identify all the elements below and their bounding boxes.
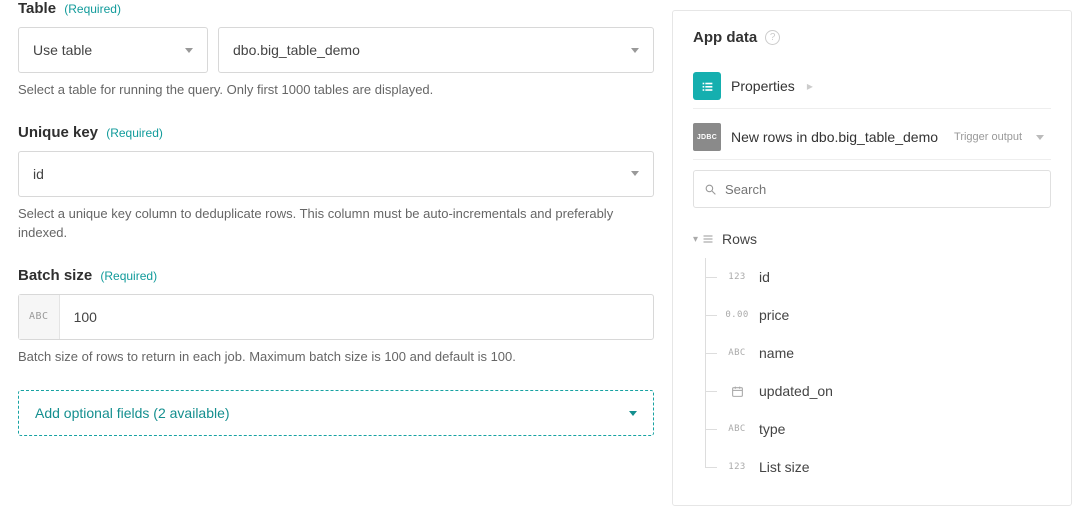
decimal-type-icon: 0.00: [723, 310, 751, 320]
trigger-output-badge[interactable]: Trigger output: [954, 131, 1022, 143]
search-input-wrap[interactable]: [693, 170, 1051, 208]
required-badge: (Required): [106, 126, 163, 140]
table-label: Table (Required): [18, 0, 654, 17]
tree-item[interactable]: ABC type: [705, 410, 1051, 448]
chevron-down-icon: [631, 48, 639, 53]
add-optional-fields-button[interactable]: Add optional fields (2 available): [18, 390, 654, 436]
calendar-type-icon: [723, 385, 751, 398]
tree-item[interactable]: 123 id: [705, 258, 1051, 296]
tree-item[interactable]: 0.00 price: [705, 296, 1051, 334]
collapse-icon[interactable]: ▾: [693, 234, 698, 245]
required-badge: (Required): [64, 2, 121, 16]
chevron-down-icon: [629, 411, 637, 416]
tree-item[interactable]: ABC name: [705, 334, 1051, 372]
text-type-icon: ABC: [723, 424, 751, 434]
search-icon: [704, 183, 717, 196]
chevron-right-icon: ▸: [807, 79, 813, 93]
table-value-select[interactable]: dbo.big_table_demo: [218, 27, 654, 73]
help-icon[interactable]: ?: [765, 30, 780, 45]
unique-key-help: Select a unique key column to deduplicat…: [18, 205, 654, 243]
trigger-row[interactable]: JDBC New rows in dbo.big_table_demo Trig…: [693, 115, 1051, 160]
chevron-down-icon: [631, 171, 639, 176]
text-type-icon: ABC: [19, 295, 60, 339]
table-mode-select[interactable]: Use table: [18, 27, 208, 73]
jdbc-icon: JDBC: [693, 123, 721, 151]
properties-row[interactable]: Properties ▸: [693, 64, 1051, 109]
unique-key-label: Unique key (Required): [18, 124, 654, 141]
number-type-icon: 123: [723, 462, 751, 472]
search-input[interactable]: [725, 182, 1040, 197]
list-icon: [702, 233, 714, 245]
text-type-icon: ABC: [723, 348, 751, 358]
chevron-down-icon: [1036, 135, 1044, 140]
tree-root-rows[interactable]: ▾ Rows: [693, 220, 1051, 258]
tree-item[interactable]: 123 First row ID: [693, 496, 1051, 506]
properties-icon: [693, 72, 721, 100]
batch-size-input[interactable]: ABC 100: [18, 294, 654, 340]
number-type-icon: 123: [723, 272, 751, 282]
unique-key-select[interactable]: id: [18, 151, 654, 197]
batch-size-help: Batch size of rows to return in each job…: [18, 348, 654, 367]
chevron-down-icon: [185, 48, 193, 53]
tree-item[interactable]: updated_on: [705, 372, 1051, 410]
required-badge: (Required): [100, 269, 157, 283]
table-help: Select a table for running the query. On…: [18, 81, 654, 100]
batch-size-label: Batch size (Required): [18, 267, 654, 284]
app-data-title: App data: [693, 29, 757, 46]
tree-item[interactable]: 123 List size: [705, 448, 1051, 486]
